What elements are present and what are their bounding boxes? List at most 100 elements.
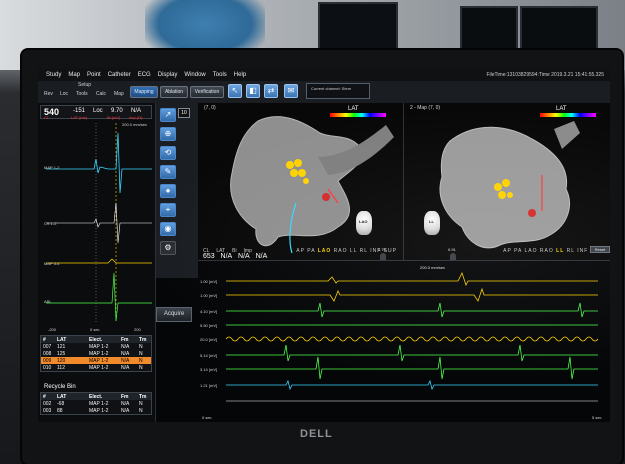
pointer-icon[interactable]: ↖ <box>228 84 242 98</box>
map1-view-rao[interactable]: RAO <box>334 248 348 254</box>
tab-calc[interactable]: Calc <box>96 91 106 97</box>
rotate-tool-icon[interactable]: ⟲ <box>160 146 176 160</box>
measure-tool-icon[interactable]: ✎ <box>160 165 176 179</box>
row-elect: MAP 1-2 <box>89 400 109 407</box>
tab-rev[interactable]: Rev <box>44 91 53 97</box>
transfer-icon[interactable]: ⇄ <box>264 84 278 98</box>
table-row[interactable]: 002 -68 MAP 1-2 N/A N <box>41 400 151 407</box>
map2-view-ll[interactable]: LL <box>556 248 564 254</box>
imp-sub: Imp (Ω) <box>129 115 143 120</box>
axis-right: 200 <box>134 327 141 332</box>
tab-tools[interactable]: Tools <box>76 91 88 97</box>
signal-label-2: 1.00 [mV] <box>200 293 218 298</box>
lesion-point <box>298 169 306 177</box>
map1-view-rl[interactable]: RL <box>360 248 368 254</box>
menu-ecg[interactable]: ECG <box>138 72 151 78</box>
map2-view-inf[interactable]: INF <box>577 248 588 254</box>
trace-3 <box>226 302 598 318</box>
lesion-point <box>494 183 502 191</box>
tag-tool-icon[interactable]: ● <box>160 184 176 198</box>
signal-label-4: 5.50 [mV] <box>200 323 218 328</box>
map1-view-ap[interactable]: AP <box>296 248 305 254</box>
edit-tool-icon[interactable]: ⌖ <box>160 203 176 217</box>
map-view-2: 2 - Map (7, 0) LAT 0.91 LL AP PA LAO RAO… <box>404 103 610 313</box>
menu-help[interactable]: Help <box>234 72 246 78</box>
menu-point[interactable]: Point <box>87 72 101 78</box>
map2-view-ap[interactable]: AP <box>503 248 512 254</box>
row-fm: N/A <box>121 357 130 364</box>
menu-map[interactable]: Map <box>68 72 80 78</box>
menu-bar: Study Map Point Catheter ECG Display Win… <box>38 68 610 81</box>
lat-value: -151 <box>73 108 86 114</box>
trace-8 <box>226 379 598 391</box>
tab-loc[interactable]: Loc <box>60 91 68 97</box>
settings-tool-icon[interactable]: ⚙ <box>160 241 176 255</box>
cl-sub: CL <box>44 115 50 120</box>
row-fm: N/A <box>121 400 130 407</box>
map2-view-lao[interactable]: LAO <box>525 248 538 254</box>
current-channel-box[interactable]: Current channel: Stem <box>306 83 370 99</box>
map1-view-sup[interactable]: SUP <box>384 248 397 254</box>
map1-view-inf[interactable]: INF <box>370 248 381 254</box>
table-row[interactable]: 003 88 MAP 1-2 N/A N <box>41 407 151 414</box>
row-num: 003 <box>43 407 52 414</box>
menu-display[interactable]: Display <box>158 72 178 78</box>
freeze-tool-icon[interactable]: ⊕ <box>160 127 176 141</box>
mapping-button[interactable]: Mapping <box>130 86 158 98</box>
map1-view-ll[interactable]: LL <box>350 248 357 254</box>
ablation-button[interactable]: Ablation <box>160 86 188 98</box>
col-tm: Tm <box>139 393 147 400</box>
map1-view-pa[interactable]: PA <box>307 248 315 254</box>
row-tm: N <box>139 343 143 350</box>
menu-tools[interactable]: Tools <box>213 72 227 78</box>
toolbar: Setup Rev Loc Tools Calc Map Mapping Abl… <box>38 81 610 103</box>
acquire-button[interactable]: Acquire <box>156 307 192 322</box>
lesion-point <box>294 159 302 167</box>
map2-view-pa[interactable]: PA <box>514 248 522 254</box>
row-lat: 121 <box>57 343 66 350</box>
table-row[interactable]: 007 121 MAP 1-2 N/A N <box>41 343 151 350</box>
lesion-point <box>286 161 294 169</box>
tab-map[interactable]: Map <box>114 91 124 97</box>
col-num: # <box>43 393 46 400</box>
table-row[interactable]: 010 112 MAP 1-2 N/A N <box>41 364 151 371</box>
col-lat: LAT <box>57 336 67 343</box>
row-num: 007 <box>43 343 52 350</box>
current-channel-text: Current channel: Stem <box>311 86 352 91</box>
map2-reset-button[interactable]: Reset <box>590 246 610 253</box>
background-monitor-right <box>520 6 598 54</box>
map2-view-rl[interactable]: RL <box>567 248 575 254</box>
tool-count: 10 <box>178 108 190 118</box>
map1-bottom-values: 653 N/A N/A N/A <box>203 253 267 260</box>
map1-views: AP PA LAO RAO LL RL INF SUP <box>296 248 397 254</box>
menu-window[interactable]: Window <box>184 72 205 78</box>
trace-label-cs12: CS 1-2 <box>44 221 57 226</box>
menu-catheter[interactable]: Catheter <box>108 72 131 78</box>
axis-mid: 0 sec <box>90 327 100 332</box>
loc-value: Loc <box>93 108 103 114</box>
menu-study[interactable]: Study <box>46 72 61 78</box>
trace-label-map12: MAP 1-2 <box>44 165 60 170</box>
bi-sub: Bi (mV) <box>107 115 121 120</box>
message-icon[interactable]: ✉ <box>284 84 298 98</box>
arrow-tool-icon[interactable]: ↗ <box>160 108 176 122</box>
trace-label-map34: MAP 3-4 <box>44 261 60 266</box>
row-num: 008 <box>43 350 52 357</box>
map1-view-lao[interactable]: LAO <box>318 248 332 254</box>
point-tool-icon[interactable]: ◉ <box>160 222 176 236</box>
col-num: # <box>43 336 46 343</box>
capture-icon[interactable]: ◧ <box>246 84 260 98</box>
map1-orientation-label: LAO <box>359 219 368 224</box>
table-row[interactable]: 008 125 MAP 1-2 N/A N <box>41 350 151 357</box>
table-row-selected[interactable]: 009 120 MAP 1-2 N/A N <box>41 357 151 364</box>
map2-view-rao[interactable]: RAO <box>540 248 554 254</box>
trace-abl <box>46 272 152 322</box>
row-fm: N/A <box>121 343 130 350</box>
background-monitor-mid <box>460 6 518 52</box>
signal-label-7: 3.14 [mV] <box>200 367 218 372</box>
lesion-point <box>498 191 506 199</box>
lesion-point <box>502 179 510 187</box>
signal-label-1: 1.00 [mV] <box>200 279 218 284</box>
verification-button[interactable]: Verification <box>190 86 224 98</box>
signal-time-left: 0 sec <box>202 415 212 420</box>
